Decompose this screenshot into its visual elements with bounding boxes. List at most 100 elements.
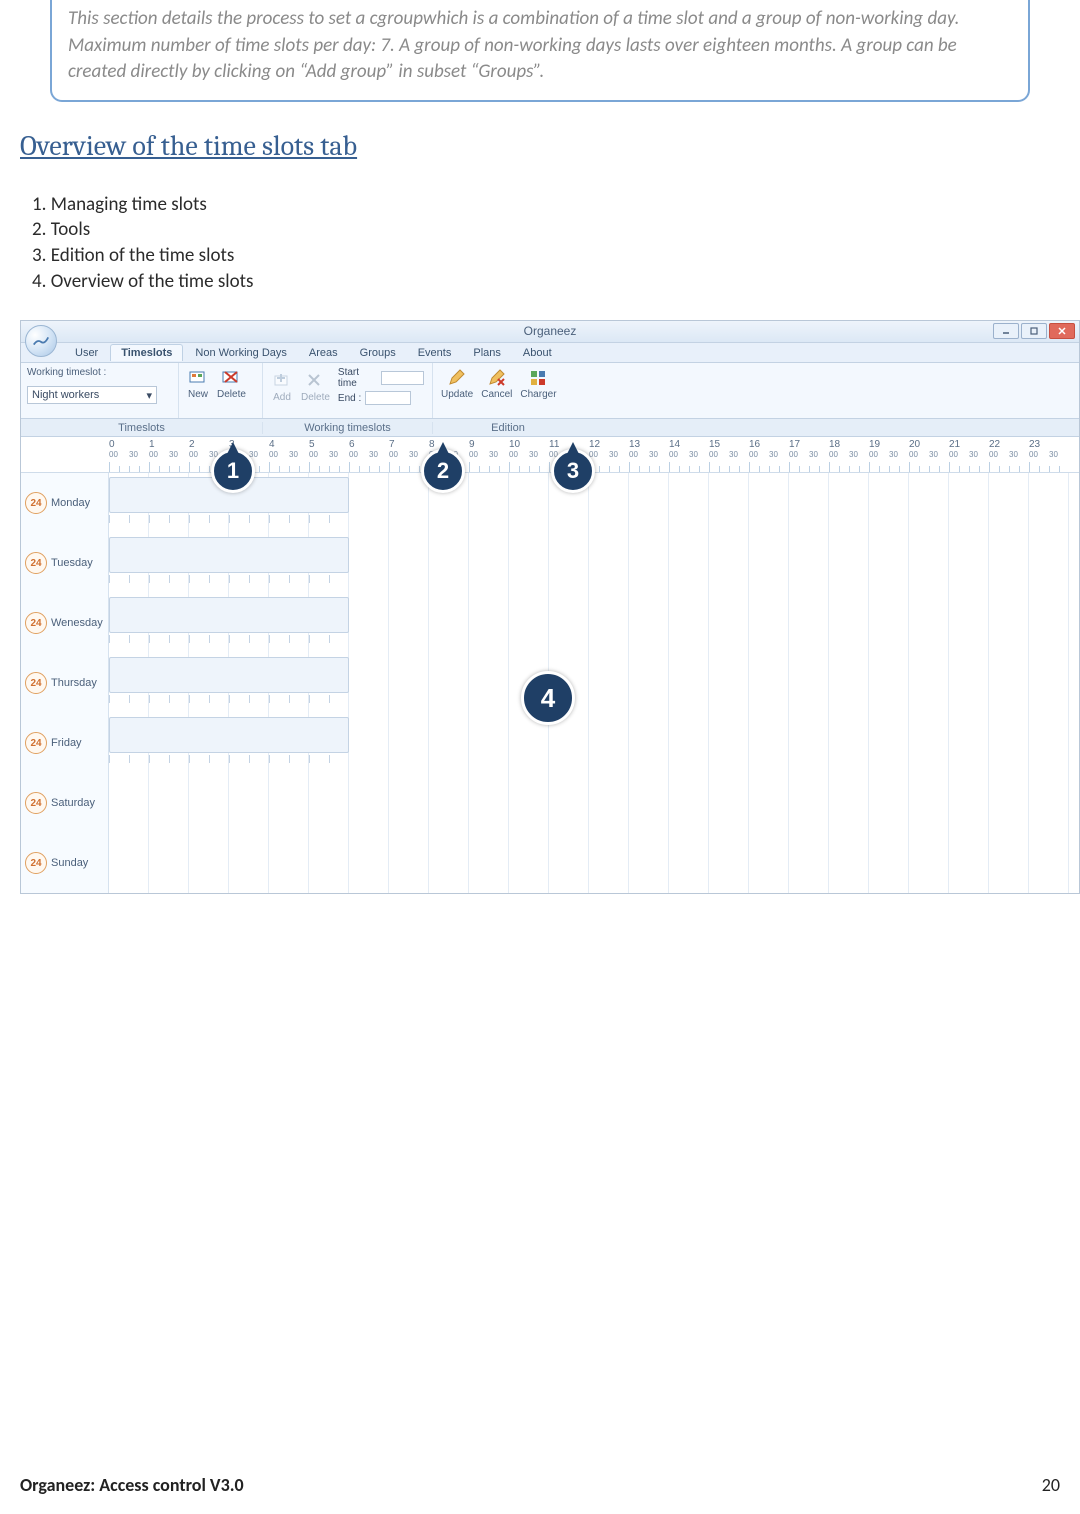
delete-timeslot-button[interactable]: Delete (217, 367, 246, 400)
tab-nonworking[interactable]: Non Working Days (185, 345, 297, 361)
day-cells[interactable] (109, 833, 1079, 893)
timeslot-block[interactable] (109, 717, 349, 753)
end-time-label: End : (338, 393, 361, 404)
working-timeslot-dropdown[interactable]: Night workers ▾ (27, 386, 157, 404)
delete-x-icon (304, 370, 326, 392)
hour-column: 160030 (749, 437, 789, 472)
hour-column: 140030 (669, 437, 709, 472)
update-button[interactable]: Update (441, 367, 473, 400)
day-label: Friday (51, 737, 82, 749)
tab-groups[interactable]: Groups (350, 345, 406, 361)
timeslot-block[interactable] (109, 597, 349, 633)
ribbon-group-labels: Timeslots Working timeslots Edition (21, 419, 1079, 437)
delete2-label: Delete (301, 392, 330, 403)
day-header: 24Saturday (21, 773, 109, 833)
delete-label: Delete (217, 389, 246, 400)
hour-column: 170030 (789, 437, 829, 472)
working-timeslot-value: Night workers (32, 389, 99, 401)
footer-page-number: 20 (1042, 1474, 1060, 1496)
close-button[interactable] (1049, 323, 1075, 339)
day-cells[interactable] (109, 773, 1079, 833)
ribbon-group-working: Add Delete Start time End : (263, 363, 433, 418)
list-item: 4. Overview of the time slots (32, 269, 1060, 295)
new-button[interactable]: New (187, 367, 209, 400)
delete-icon (220, 367, 242, 389)
callout-1-num: 1 (227, 458, 239, 484)
start-time-input[interactable] (381, 371, 424, 385)
hour-column: 210030 (949, 437, 989, 472)
timeslot-block[interactable] (109, 537, 349, 573)
day-cells[interactable] (109, 713, 1079, 773)
day-row: 24 Tuesday (21, 533, 1079, 593)
clock-icon: 24 (25, 492, 47, 514)
clock-icon: 24 (25, 852, 47, 874)
timeslot-block[interactable] (109, 657, 349, 693)
day-label: Wenesday (51, 617, 103, 629)
end-time-input[interactable] (365, 391, 411, 405)
group-label-working: Working timeslots (263, 422, 433, 434)
day-header: 24Friday (21, 713, 109, 773)
add-label: Add (273, 392, 291, 403)
day-label: Saturday (51, 797, 95, 809)
list-item: 1. Managing time slots (32, 192, 1060, 218)
day-row: 24Wenesday (21, 593, 1079, 653)
minimize-button[interactable] (993, 323, 1019, 339)
group-label-edition: Edition (433, 422, 583, 434)
tab-user[interactable]: User (65, 345, 108, 361)
day-cells[interactable] (109, 533, 1079, 593)
window-buttons (993, 323, 1075, 339)
tab-events[interactable]: Events (408, 345, 462, 361)
day-label: Tuesday (51, 557, 93, 569)
new-icon (187, 367, 209, 389)
ribbon-group-edition: Update Cancel Charger (433, 363, 583, 418)
working-timeslot-label: Working timeslot : (27, 367, 170, 378)
day-row: 24Saturday (21, 773, 1079, 833)
time-fields: Start time End : (338, 367, 424, 405)
maximize-button[interactable] (1021, 323, 1047, 339)
callout-3-num: 3 (567, 458, 579, 484)
hour-column: 220030 (989, 437, 1029, 472)
new-label: New (188, 389, 208, 400)
hour-column: 200030 (909, 437, 949, 472)
tab-areas[interactable]: Areas (299, 345, 348, 361)
hour-column: 90030 (469, 437, 509, 472)
hour-column: 130030 (629, 437, 669, 472)
charger-button[interactable]: Charger (520, 367, 556, 400)
app-title: Organeez (524, 324, 577, 338)
add-button[interactable]: Add (271, 370, 293, 403)
overview-list: 1. Managing time slots 2. Tools 3. Editi… (32, 192, 1060, 295)
hour-column: 120030 (589, 437, 629, 472)
cancel-button[interactable]: Cancel (481, 367, 512, 400)
hour-column: 190030 (869, 437, 909, 472)
day-header: 24 Monday (21, 473, 109, 533)
day-label: Monday (51, 497, 90, 509)
day-cells[interactable] (109, 653, 1079, 713)
day-header: 24Wenesday (21, 593, 109, 653)
tab-timeslots[interactable]: Timeslots (110, 344, 183, 361)
day-label: Thursday (51, 677, 97, 689)
hour-column: 40030 (269, 437, 309, 472)
clock-icon: 24 (25, 552, 47, 574)
ribbon-group-newdelete: New Delete (179, 363, 263, 418)
list-item: 3. Edition of the time slots (32, 243, 1060, 269)
hour-column: 00030 (109, 437, 149, 472)
intro-note-text: This section details the process to set … (68, 7, 959, 83)
hour-column: 10030 (149, 437, 189, 472)
app-screenshot: Organeez User Timeslots Non Working Days… (20, 320, 1080, 894)
day-cells[interactable] (109, 473, 1079, 533)
hour-column: 60030 (349, 437, 389, 472)
update-label: Update (441, 389, 473, 400)
clock-icon: 24 (25, 672, 47, 694)
page-footer: Organeez: Access control V3.0 20 (0, 1474, 1080, 1496)
pencil-x-icon (486, 367, 508, 389)
footer-doc-title: Organeez: Access control V3.0 (20, 1474, 244, 1496)
tab-plans[interactable]: Plans (463, 345, 511, 361)
callout-2-num: 2 (437, 458, 449, 484)
tab-about[interactable]: About (513, 345, 562, 361)
ribbon: Working timeslot : Night workers ▾ New D… (21, 363, 1079, 419)
charger-icon (527, 367, 549, 389)
day-cells[interactable] (109, 593, 1079, 653)
chevron-down-icon: ▾ (146, 389, 152, 402)
delete-working-button[interactable]: Delete (301, 370, 330, 403)
day-header: 24 Tuesday (21, 533, 109, 593)
